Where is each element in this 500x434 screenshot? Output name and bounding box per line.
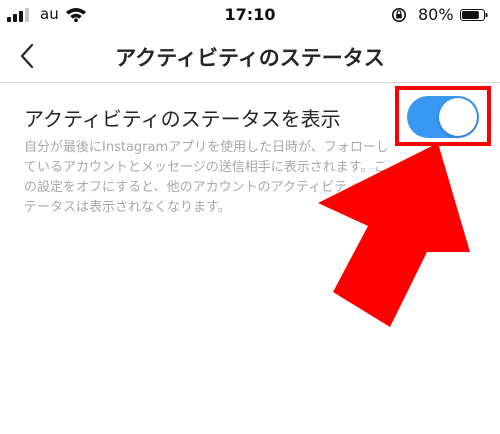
battery-icon (460, 9, 488, 21)
activity-status-description: 自分が最後にInstagramアプリを使用した日時が、フォローしているアカウント… (24, 140, 389, 215)
activity-status-label: アクティビティのステータスを表示 (24, 107, 341, 131)
status-bar: au 17:10 80% (0, 0, 500, 30)
activity-status-toggle[interactable] (407, 96, 479, 138)
battery-percent: 80% (418, 5, 454, 24)
rotation-lock-icon (392, 8, 406, 22)
toggle-knob (439, 98, 477, 136)
navigation-bar: アクティビティのステータス (0, 30, 500, 83)
screen: au 17:10 80% アクティビティのステータス アクティビティのステータス… (0, 0, 500, 434)
page-title: アクティビティのステータス (115, 46, 385, 70)
